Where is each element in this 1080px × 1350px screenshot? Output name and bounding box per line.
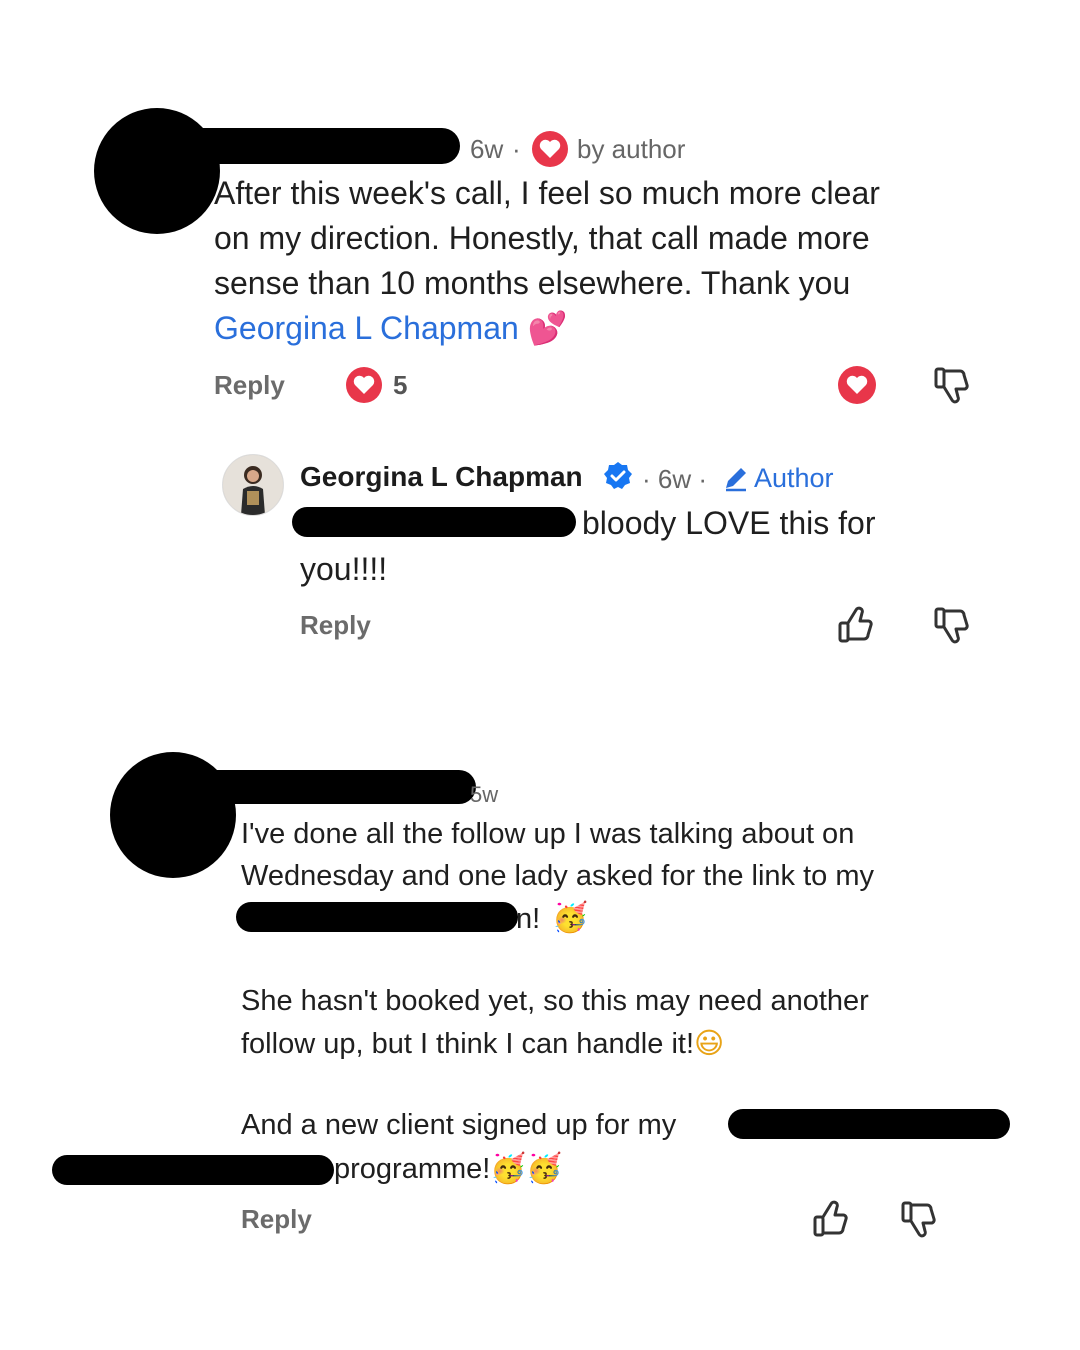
heart-liked-button-icon[interactable] bbox=[836, 364, 878, 406]
author-liked-heart-icon bbox=[530, 129, 570, 169]
author-name-redacted bbox=[170, 770, 476, 804]
liked-by-author-label: by author bbox=[577, 134, 686, 164]
reply-text-line2: you!!!! bbox=[300, 551, 388, 587]
thumbs-up-icon[interactable] bbox=[811, 1198, 851, 1240]
reply-button[interactable]: Reply bbox=[214, 370, 285, 401]
comment-line: on my direction. Honestly, that call mad… bbox=[214, 220, 870, 256]
comment-line: Wednesday and one lady asked for the lin… bbox=[241, 860, 875, 892]
comment-text-redacted bbox=[236, 902, 518, 932]
like-count: 5 bbox=[393, 370, 408, 400]
author-name-redacted bbox=[150, 128, 460, 164]
reply-time: · 6w · bbox=[642, 464, 707, 494]
verified-badge-icon bbox=[602, 460, 634, 497]
comment-paragraph-3-line1: And a new client signed up for my bbox=[241, 1109, 677, 1141]
pencil-icon bbox=[722, 464, 750, 497]
comment-paragraph-2: She hasn't booked yet, so this may need … bbox=[241, 980, 1041, 1065]
comment-time: 5w bbox=[470, 782, 499, 807]
dot-separator: · bbox=[512, 134, 521, 164]
smiley-emoji: 😃 bbox=[694, 1026, 725, 1060]
comment-line: sense than 10 months elsewhere. Thank yo… bbox=[214, 265, 851, 301]
reply-author-name[interactable]: Georgina L Chapman bbox=[300, 461, 583, 493]
comment-text-redacted bbox=[728, 1109, 1010, 1139]
comment-body: I've done all the follow up I was talkin… bbox=[241, 813, 1041, 897]
comment-body: After this week's call, I feel so much m… bbox=[214, 171, 994, 351]
author-avatar[interactable] bbox=[222, 454, 284, 516]
comment-line: follow up, but I think I can handle it!😃 bbox=[241, 1022, 1041, 1065]
author-badge: Author bbox=[754, 463, 834, 493]
comment-line: I've done all the follow up I was talkin… bbox=[241, 818, 855, 850]
comment-line-text: programme! bbox=[334, 1153, 491, 1185]
mention-link[interactable]: Georgina L Chapman bbox=[214, 310, 519, 346]
reply-button[interactable]: Reply bbox=[241, 1204, 312, 1235]
thumbs-down-icon[interactable] bbox=[932, 364, 972, 406]
comment-line3-tail: n! bbox=[516, 903, 541, 935]
like-count-heart-icon[interactable] bbox=[344, 365, 384, 405]
thumbs-down-icon[interactable] bbox=[899, 1198, 939, 1240]
comment-line-text: follow up, but I think I can handle it! bbox=[241, 1028, 694, 1060]
comment-line: She hasn't booked yet, so this may need … bbox=[241, 985, 869, 1017]
reply-text-redacted bbox=[292, 507, 576, 537]
comment-text-redacted bbox=[52, 1155, 334, 1185]
avatar-redacted bbox=[94, 108, 220, 234]
reply-button[interactable]: Reply bbox=[300, 610, 371, 641]
comment-line: Georgina L Chapman 💕 bbox=[214, 306, 994, 351]
reply-text-tail: bloody LOVE this for bbox=[582, 505, 876, 541]
thumbs-down-icon[interactable] bbox=[932, 604, 972, 646]
thumbs-up-icon[interactable] bbox=[836, 604, 876, 646]
comment-paragraph-3-line2: programme!🥳🥳 bbox=[334, 1147, 563, 1190]
comment-time: 6w bbox=[470, 134, 504, 164]
partying-face-emoji: 🥳🥳 bbox=[490, 1151, 563, 1185]
comment-line: After this week's call, I feel so much m… bbox=[214, 175, 880, 211]
two-hearts-emoji: 💕 bbox=[527, 309, 568, 347]
partying-face-emoji: 🥳 bbox=[552, 900, 589, 934]
